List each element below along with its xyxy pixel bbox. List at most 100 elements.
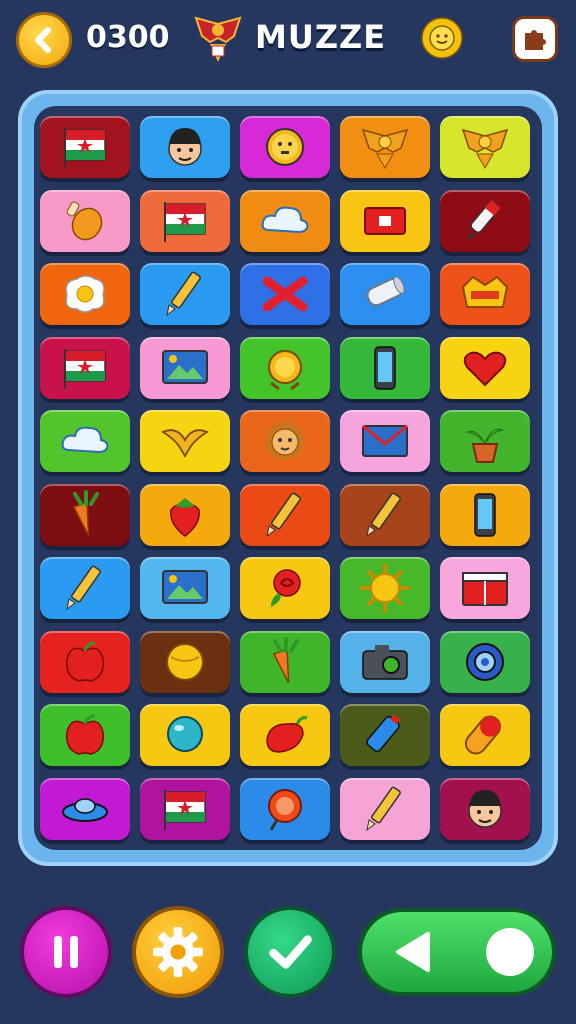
tile-r7-c1[interactable] xyxy=(40,557,130,619)
tile-r7-c4[interactable] xyxy=(340,557,430,619)
apple-icon xyxy=(66,641,104,682)
tile-r2-c5[interactable] xyxy=(440,189,530,252)
puzzle-button[interactable] xyxy=(512,16,558,62)
tile-r8-c5[interactable] xyxy=(440,630,530,693)
teal-ball-icon xyxy=(167,716,203,752)
tile-r8-c1[interactable] xyxy=(40,630,130,693)
tile-r6-c3[interactable] xyxy=(240,483,330,546)
ball-icon xyxy=(166,642,204,681)
tile-r4-c5[interactable] xyxy=(440,336,530,399)
tile-r1-c3[interactable] xyxy=(240,116,330,178)
capsule-icon xyxy=(464,715,502,755)
pause-button[interactable] xyxy=(20,906,112,998)
flag-icon xyxy=(164,789,206,830)
gold-medal-icon xyxy=(268,349,302,390)
ufo-icon xyxy=(62,797,108,822)
envelope-icon xyxy=(362,424,408,457)
check-icon xyxy=(269,935,312,969)
tile-r2-c1[interactable] xyxy=(40,189,130,252)
sun-coin-icon[interactable] xyxy=(418,14,466,62)
tile-r3-c1[interactable] xyxy=(40,263,130,325)
tile-r4-c2[interactable] xyxy=(140,336,230,399)
tile-r7-c5[interactable] xyxy=(440,557,530,619)
tile-r2-c2[interactable] xyxy=(140,189,230,252)
apple-icon xyxy=(66,714,104,755)
roller-icon xyxy=(366,276,405,307)
tile-r6-c2[interactable] xyxy=(140,483,230,546)
boy-face-icon xyxy=(468,789,502,828)
tile-r2-c4[interactable] xyxy=(340,189,430,252)
marker-icon xyxy=(467,199,501,240)
tile-r5-c2[interactable] xyxy=(140,410,230,472)
tile-r5-c4[interactable] xyxy=(340,410,430,472)
tile-r6-c4[interactable] xyxy=(340,483,430,546)
orange-disc-icon xyxy=(268,788,302,831)
left-triangle-icon xyxy=(396,932,430,972)
tile-r6-c1[interactable] xyxy=(40,483,130,546)
top-bar: 0300 MUZZE xyxy=(0,0,576,80)
tile-r3-c3[interactable] xyxy=(240,263,330,325)
toggle-knob[interactable] xyxy=(486,928,534,976)
tile-r1-c4[interactable] xyxy=(340,116,430,178)
confirm-button[interactable] xyxy=(244,906,336,998)
pencil-icon xyxy=(166,271,201,317)
flag-icon xyxy=(164,201,206,242)
tile-r9-c5[interactable] xyxy=(440,704,530,766)
gear-icon xyxy=(153,927,203,977)
carrot-icon xyxy=(272,636,299,683)
drumstick-icon xyxy=(66,201,103,240)
red-box-icon xyxy=(462,572,508,606)
red-card-icon xyxy=(364,206,406,235)
tile-r6-c5[interactable] xyxy=(440,483,530,546)
mode-toggle[interactable] xyxy=(358,908,556,996)
bird-icon xyxy=(161,429,209,458)
tile-r1-c5[interactable] xyxy=(440,116,530,178)
phone-icon xyxy=(474,492,496,537)
flag-icon xyxy=(64,348,106,389)
tile-r4-c4[interactable] xyxy=(340,336,430,399)
tile-r10-c5[interactable] xyxy=(440,777,530,840)
tile-grid xyxy=(40,116,536,846)
puzzle-piece-icon xyxy=(525,30,546,50)
tile-r8-c4[interactable] xyxy=(340,630,430,693)
back-button[interactable] xyxy=(16,12,72,68)
eagle-emblem-icon xyxy=(361,128,409,170)
tile-r10-c2[interactable] xyxy=(140,777,230,840)
tile-r9-c4[interactable] xyxy=(340,704,430,766)
tile-r9-c3[interactable] xyxy=(240,704,330,766)
tile-r3-c4[interactable] xyxy=(340,263,430,325)
tile-r4-c1[interactable] xyxy=(40,336,130,399)
rose-icon xyxy=(271,569,301,607)
pencil-icon xyxy=(366,786,401,831)
tile-r1-c1[interactable] xyxy=(40,116,130,178)
target-ring-icon xyxy=(466,642,504,681)
pencil-icon xyxy=(66,565,101,611)
tile-r9-c1[interactable] xyxy=(40,704,130,766)
tile-r1-c2[interactable] xyxy=(140,116,230,178)
tile-r7-c3[interactable] xyxy=(240,557,330,619)
back-arrow-icon xyxy=(35,27,51,53)
tile-r7-c2[interactable] xyxy=(140,557,230,619)
tile-r10-c1[interactable] xyxy=(40,777,130,840)
battery-icon xyxy=(366,714,401,753)
tile-r5-c3[interactable] xyxy=(240,410,330,472)
tile-r9-c2[interactable] xyxy=(140,704,230,766)
tile-r5-c5[interactable] xyxy=(440,410,530,472)
tile-r10-c3[interactable] xyxy=(240,777,330,840)
tile-r8-c3[interactable] xyxy=(240,630,330,693)
tile-r3-c2[interactable] xyxy=(140,263,230,325)
settings-button[interactable] xyxy=(132,906,224,998)
pencil-icon xyxy=(266,492,301,537)
tile-r4-c3[interactable] xyxy=(240,336,330,399)
tile-r5-c1[interactable] xyxy=(40,410,130,472)
tile-r3-c5[interactable] xyxy=(440,263,530,325)
potted-plant-icon xyxy=(465,428,504,463)
tile-r10-c4[interactable] xyxy=(340,777,430,840)
tile-r8-c2[interactable] xyxy=(140,630,230,693)
tile-r2-c3[interactable] xyxy=(240,189,330,252)
pepper-icon xyxy=(266,716,308,753)
carrot-icon xyxy=(72,489,99,536)
flag-icon xyxy=(64,128,106,168)
picture-icon xyxy=(162,349,208,384)
camera-icon xyxy=(362,644,408,680)
